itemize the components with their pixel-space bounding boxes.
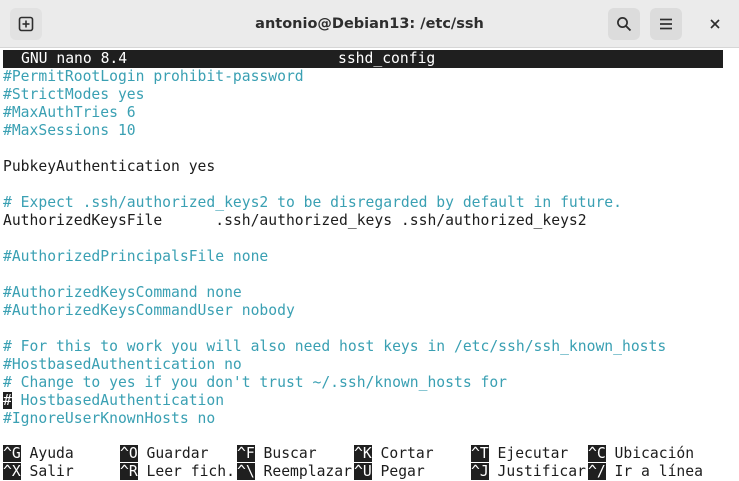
- shortcut-key: ^/: [588, 463, 606, 480]
- close-button[interactable]: [699, 8, 731, 40]
- editor-line-text: AuthorizedKeysFile .ssh/authorized_keys …: [3, 212, 587, 229]
- editor-line[interactable]: #StrictModes yes: [3, 86, 144, 104]
- editor-line[interactable]: #HostbasedAuthentication no: [3, 356, 242, 374]
- editor-line-text: #StrictModes yes: [3, 86, 145, 103]
- shortcut-label: Reemplazar: [254, 463, 352, 480]
- editor-line[interactable]: #PermitRootLogin prohibit-password: [3, 68, 304, 86]
- shortcut-label: Ejecutar: [488, 445, 569, 462]
- shortcut-item[interactable]: ^T Ejecutar: [471, 445, 568, 463]
- search-button[interactable]: [608, 8, 640, 40]
- shortcut-label: Cortar: [371, 445, 434, 462]
- shortcut-item[interactable]: ^U Pegar: [354, 463, 425, 481]
- editor-line[interactable]: #AuthorizedPrincipalsFile none: [3, 248, 268, 266]
- editor-line-text: # Change to yes if you don't trust ~/.ss…: [3, 374, 508, 391]
- editor-line[interactable]: #AuthorizedKeysCommand none: [3, 284, 242, 302]
- editor-line[interactable]: # Expect .ssh/authorized_keys2 to be dis…: [3, 194, 622, 212]
- nano-header-bar: GNU nano 8.4 sshd_config: [3, 50, 723, 68]
- shortcut-label: Guardar: [137, 445, 209, 462]
- text-cursor: #: [3, 392, 12, 409]
- editor-line[interactable]: #IgnoreUserKnownHosts no: [3, 410, 215, 428]
- editor-line-text: #PermitRootLogin prohibit-password: [3, 68, 304, 85]
- shortcut-item[interactable]: ^/ Ir a línea: [588, 463, 703, 481]
- nano-version: GNU nano 8.4: [21, 50, 128, 67]
- nano-filename: sshd_config: [338, 50, 436, 67]
- title-bar: antonio@Debian13: /etc/ssh: [0, 0, 739, 48]
- shortcut-label: Ayuda: [20, 445, 74, 462]
- editor-line-text: #AuthorizedKeysCommand none: [3, 284, 242, 301]
- menu-button[interactable]: [650, 8, 682, 40]
- editor-line-text: #MaxSessions 10: [3, 122, 136, 139]
- editor-line[interactable]: # For this to work you will also need ho…: [3, 338, 666, 356]
- editor-line-text: #AuthorizedPrincipalsFile none: [3, 248, 269, 265]
- terminal-area[interactable]: GNU nano 8.4 sshd_config #PermitRootLogi…: [0, 48, 739, 481]
- editor-line[interactable]: # HostbasedAuthentication: [3, 392, 224, 410]
- shortcut-key: ^X: [3, 463, 21, 480]
- shortcut-label: Ubicación: [605, 445, 695, 462]
- editor-line-text: #HostbasedAuthentication no: [3, 356, 242, 373]
- new-tab-button[interactable]: [10, 8, 42, 40]
- shortcut-item[interactable]: ^C Ubicación: [588, 445, 694, 463]
- editor-line[interactable]: # Change to yes if you don't trust ~/.ss…: [3, 374, 507, 392]
- shortcut-key: ^T: [471, 445, 489, 462]
- shortcut-label: Justificar: [488, 463, 586, 480]
- editor-line[interactable]: PubkeyAuthentication yes: [3, 158, 215, 176]
- editor-line-text: #IgnoreUserKnownHosts no: [3, 410, 216, 427]
- shortcut-item[interactable]: ^J Justificar: [471, 463, 586, 481]
- shortcut-item[interactable]: ^R Leer fich.: [120, 463, 235, 481]
- editor-line-text: HostbasedAuthentication: [11, 392, 225, 409]
- editor-line[interactable]: #MaxAuthTries 6: [3, 104, 136, 122]
- shortcut-key: ^O: [120, 445, 138, 462]
- editor-line-text: # Expect .ssh/authorized_keys2 to be dis…: [3, 194, 622, 211]
- shortcut-label: Pegar: [371, 463, 425, 480]
- shortcut-item[interactable]: ^F Buscar: [237, 445, 317, 463]
- editor-line-text: PubkeyAuthentication yes: [3, 158, 216, 175]
- shortcut-key: ^U: [354, 463, 372, 480]
- search-icon: [617, 17, 632, 32]
- new-tab-icon: [18, 16, 34, 32]
- hamburger-menu-icon: [660, 18, 672, 30]
- shortcut-key: ^C: [588, 445, 606, 462]
- editor-line-text: #AuthorizedKeysCommandUser nobody: [3, 302, 295, 319]
- shortcut-key: ^G: [3, 445, 21, 462]
- shortcut-label: Leer fich.: [137, 463, 235, 480]
- editor-line[interactable]: AuthorizedKeysFile .ssh/authorized_keys …: [3, 212, 587, 230]
- shortcut-key: ^\: [237, 463, 255, 480]
- shortcut-key: ^K: [354, 445, 372, 462]
- shortcut-label: Buscar: [254, 445, 317, 462]
- shortcut-item[interactable]: ^X Salir: [3, 463, 74, 481]
- editor-line[interactable]: #AuthorizedKeysCommandUser nobody: [3, 302, 295, 320]
- editor-line-text: # For this to work you will also need ho…: [3, 338, 667, 355]
- shortcut-label: Salir: [20, 463, 74, 480]
- shortcut-key: ^R: [120, 463, 138, 480]
- close-icon: [710, 19, 720, 29]
- shortcut-item[interactable]: ^O Guardar: [120, 445, 208, 463]
- shortcut-label: Ir a línea: [605, 463, 703, 480]
- terminal-window: antonio@Debian13: /etc/ssh GNU nano 8.4 …: [0, 0, 739, 481]
- editor-line[interactable]: #MaxSessions 10: [3, 122, 136, 140]
- shortcut-item[interactable]: ^G Ayuda: [3, 445, 74, 463]
- shortcut-item[interactable]: ^\ Reemplazar: [237, 463, 352, 481]
- shortcut-key: ^F: [237, 445, 255, 462]
- shortcut-key: ^J: [471, 463, 489, 480]
- shortcut-item[interactable]: ^K Cortar: [354, 445, 434, 463]
- editor-line-text: #MaxAuthTries 6: [3, 104, 136, 121]
